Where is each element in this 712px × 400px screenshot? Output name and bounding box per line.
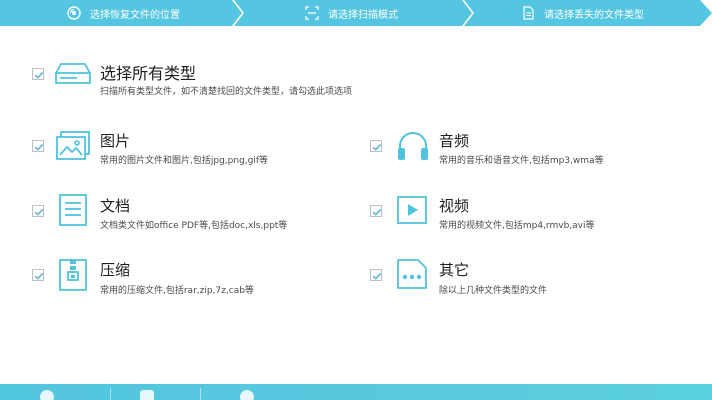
step-bar: 选择恢复文件的位置 请选择扫描模式 请选择丢失的文件类型 <box>0 0 712 26</box>
select-all-checkbox[interactable] <box>32 68 44 80</box>
step-2: 请选择扫描模式 <box>234 0 472 26</box>
bottom-action-icon[interactable] <box>140 390 154 400</box>
bottom-nav-icon[interactable] <box>40 390 54 400</box>
audio-checkbox[interactable] <box>370 140 382 152</box>
other-checkbox[interactable] <box>370 269 382 281</box>
more-icon <box>397 259 427 289</box>
archive-title: 压缩 <box>100 261 131 279</box>
images-desc: 常用的图片文件和图片,包括jpg,png,gif等 <box>100 156 269 166</box>
archive-desc: 常用的压缩文件,包括rar,zip,7z,cab等 <box>100 286 254 296</box>
step-1: 选择恢复文件的位置 <box>0 0 242 26</box>
video-title: 视频 <box>439 197 470 215</box>
audio-title: 音频 <box>439 132 470 150</box>
document-icon <box>520 5 536 21</box>
select-all-desc: 扫描所有类型文件，如不清楚找回的文件类型，请勾选此项选项 <box>100 87 353 97</box>
audio-desc: 常用的音乐和语音文件,包括mp3,wma等 <box>439 156 604 166</box>
scan-frame-icon <box>304 5 320 21</box>
step-2-label: 请选择扫描模式 <box>328 9 398 21</box>
bottom-divider <box>200 388 201 400</box>
images-checkbox[interactable] <box>32 140 44 152</box>
images-title: 图片 <box>100 132 131 150</box>
play-icon <box>397 196 427 224</box>
other-title: 其它 <box>439 261 470 279</box>
bottom-toolbar <box>0 384 712 400</box>
image-icon <box>56 131 90 160</box>
docs-desc: 文档类文件如office PDF等,包括doc,xls,ppt等 <box>100 221 288 231</box>
docs-title: 文档 <box>100 197 131 215</box>
select-all-title: 选择所有类型 <box>100 64 197 83</box>
zip-icon <box>59 259 87 291</box>
video-checkbox[interactable] <box>370 205 382 217</box>
bottom-divider <box>110 388 111 400</box>
step-3: 请选择丢失的文件类型 <box>464 0 712 26</box>
step-3-label: 请选择丢失的文件类型 <box>544 9 644 21</box>
docs-checkbox[interactable] <box>32 205 44 217</box>
document-icon <box>59 194 87 226</box>
archive-checkbox[interactable] <box>32 269 44 281</box>
bottom-help-icon[interactable] <box>240 390 254 400</box>
step-1-label: 选择恢复文件的位置 <box>90 9 180 21</box>
video-desc: 常用的视频文件,包括mp4,rmvb,avi等 <box>439 221 595 231</box>
hard-drive-icon <box>55 63 91 84</box>
other-desc: 除以上几种文件类型的文件 <box>439 286 548 296</box>
disc-icon <box>66 5 82 21</box>
headphones-icon <box>398 132 428 160</box>
